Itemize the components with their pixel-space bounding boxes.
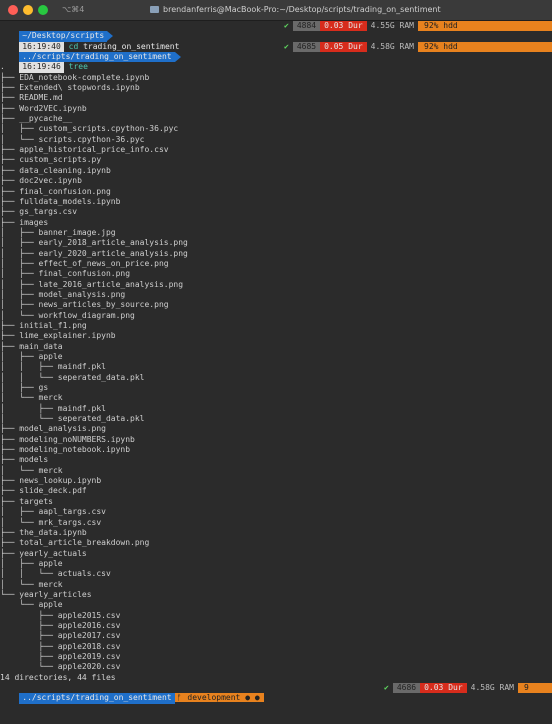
- tree-entry: │ ├── early_2020_article_analysis.png: [0, 248, 188, 258]
- tree-entry: .: [0, 62, 5, 72]
- tree-entry: │ ├── apple: [0, 352, 63, 361]
- tree-entry: ├── apple2019.csv: [0, 651, 121, 661]
- tree-entry: │ └── seperated_data.pkl: [0, 414, 145, 424]
- tree-entry: │ ├── apple: [0, 558, 63, 568]
- tree-entry: │ └── mrk_targs.csv: [0, 517, 102, 527]
- traffic-lights: [8, 5, 48, 15]
- tree-entry: ├── fulldata_models.ipynb: [0, 196, 121, 206]
- tree-entry: ├── total_article_breakdown.png: [0, 538, 150, 548]
- tree-entry: ├── Word2VEC.ipynb: [0, 103, 87, 113]
- hdd-usage: 92% hdd: [418, 41, 552, 53]
- tree-entry: │ │ └── seperated_data.pkl: [0, 372, 145, 382]
- tree-entry: ├── README.md: [0, 93, 63, 103]
- tree-entry: ├── models: [0, 455, 49, 465]
- tree-entry: ├── the_data.ipynb: [0, 527, 87, 537]
- window-title: brendanferris@MacBook-Pro:~/Desktop/scri…: [150, 5, 441, 14]
- tree-entry: ├── images: [0, 217, 49, 227]
- tree-entry: ├── apple_historical_price_info.csv: [0, 145, 169, 155]
- tree-entry: ├── targets: [0, 496, 53, 506]
- tree-entry: └── apple: [0, 600, 63, 610]
- status-bar: ✔ 4686 0.03 Dur 4.58G RAM 9: [380, 683, 552, 694]
- tree-summary: 14 directories, 44 files: [0, 672, 116, 682]
- tree-entry: │ ├── maindf.pkl: [0, 403, 106, 413]
- tab-shortcut: ⌥⌘4: [62, 5, 85, 14]
- window-titlebar: ⌥⌘4 brendanferris@MacBook-Pro:~/Desktop/…: [0, 0, 552, 21]
- history-count: 4685: [292, 41, 321, 53]
- tree-entry: ├── apple2016.csv: [0, 620, 121, 630]
- tree-entry: └── yearly_articles: [0, 589, 92, 599]
- prompt-line-1-command: 16:19:40 cd trading_on_sentiment: [0, 31, 552, 53]
- history-count: 4884: [292, 21, 321, 32]
- tree-entry: ├── EDA_notebook-complete.ipynb: [0, 72, 150, 82]
- tree-entry: │ ├── banner_image.jpg: [0, 227, 116, 237]
- prompt-line-2-command: 16:19:46 tree: [0, 52, 552, 73]
- tree-entry: │ └── merck: [0, 579, 63, 589]
- tree-entry: │ │ └── actuals.csv: [0, 569, 111, 579]
- history-count: 4686: [392, 683, 421, 694]
- tree-entry: ├── doc2vec.ipynb: [0, 176, 82, 186]
- hdd-usage: 92% hdd: [418, 21, 552, 32]
- tree-entry: ├── model_analysis.png: [0, 424, 106, 434]
- tree-entry: │ └── merck: [0, 393, 63, 403]
- duration-badge: 0.03 Dur: [320, 21, 367, 32]
- tree-entry: ├── __pycache__: [0, 114, 73, 124]
- tree-entry: ├── slide_deck.pdf: [0, 486, 87, 496]
- tree-entry: ├── apple2017.csv: [0, 631, 121, 641]
- tree-entry: ├── Extended\ stopwords.ipynb: [0, 83, 140, 93]
- final-prompt-line: ../scripts/trading_on_sentiment ᚠ developm…: [0, 683, 552, 704]
- folder-icon: [150, 6, 159, 13]
- success-check-icon: ✔: [384, 683, 389, 692]
- tree-entry: │ ├── aapl_targs.csv: [0, 507, 106, 517]
- git-branch: development ● ●: [183, 693, 264, 703]
- success-check-icon: ✔: [284, 41, 289, 51]
- tree-entry: │ ├── news_articles_by_source.png: [0, 300, 169, 310]
- hdd-usage: 9: [518, 683, 552, 694]
- tree-entry: ├── data_cleaning.ipynb: [0, 165, 111, 175]
- tree-entry: │ ├── custom_scripts.cpython-36.pyc: [0, 124, 179, 134]
- prompt-dir-segment: ../scripts/trading_on_sentiment: [19, 693, 175, 704]
- tree-entry: │ └── scripts.cpython-36.pyc: [0, 134, 145, 144]
- tree-entry: │ ├── model_analysis.png: [0, 289, 126, 299]
- terminal-output[interactable]: ~/Desktop/scripts ✔ 4884 0.03 Dur 4.55G …: [0, 21, 552, 704]
- tree-entry: └── apple2020.csv: [0, 662, 121, 672]
- tree-entry: ├── modeling_noNUMBERS.ipynb: [0, 434, 135, 444]
- ram-usage: 4.55G RAM: [366, 21, 418, 32]
- status-bar: ✔ 4884 0.03 Dur 4.55G RAM 92% hdd: [280, 21, 552, 32]
- window-title-text: brendanferris@MacBook-Pro:~/Desktop/scri…: [163, 5, 441, 14]
- tree-entry: │ ├── gs: [0, 383, 49, 393]
- tree-output: . ├── EDA_notebook-complete.ipynb ├── Exte…: [0, 62, 552, 672]
- tree-entry: │ ├── early_2018_article_analysis.png: [0, 238, 188, 248]
- duration-badge: 0.05 Dur: [320, 41, 367, 53]
- tree-entry: ├── lime_explainer.ipynb: [0, 331, 116, 341]
- tree-entry: ├── yearly_actuals: [0, 548, 87, 558]
- tree-entry: ├── main_data: [0, 341, 63, 351]
- ram-usage: 4.58G RAM: [466, 683, 518, 694]
- maximize-window-button[interactable]: [38, 5, 48, 15]
- tree-entry: │ └── workflow_diagram.png: [0, 310, 135, 320]
- tree-entry: │ ├── late_2016_article_analysis.png: [0, 279, 184, 289]
- tree-entry: │ ├── effect_of_news_on_price.png: [0, 258, 169, 268]
- prompt-line-1-status: ~/Desktop/scripts ✔ 4884 0.03 Dur 4.55G …: [0, 21, 552, 42]
- minimize-window-button[interactable]: [23, 5, 33, 15]
- close-window-button[interactable]: [8, 5, 18, 15]
- tree-entry: │ └── merck: [0, 465, 63, 475]
- tree-entry: ├── news_lookup.ipynb: [0, 476, 102, 486]
- tree-entry: ├── apple2015.csv: [0, 610, 121, 620]
- tree-entry: │ ├── final_confusion.png: [0, 269, 131, 279]
- prompt-line-2-status: ../scripts/trading_on_sentiment ✔ 4685 0…: [0, 41, 552, 63]
- ram-usage: 4.58G RAM: [366, 41, 418, 53]
- tree-entry: ├── final_confusion.png: [0, 186, 111, 196]
- tree-entry: ├── custom_scripts.py: [0, 155, 102, 165]
- tree-entry: ├── apple2018.csv: [0, 641, 121, 651]
- tree-entry: ├── gs_targs.csv: [0, 207, 78, 217]
- tree-entry: ├── modeling_notebook.ipynb: [0, 445, 131, 455]
- tree-entry: │ │ ├── maindf.pkl: [0, 362, 106, 372]
- status-bar: ✔ 4685 0.05 Dur 4.58G RAM 92% hdd: [280, 41, 552, 53]
- success-check-icon: ✔: [284, 21, 289, 30]
- tree-entry: ├── initial_f1.png: [0, 320, 87, 330]
- duration-badge: 0.03 Dur: [420, 683, 467, 694]
